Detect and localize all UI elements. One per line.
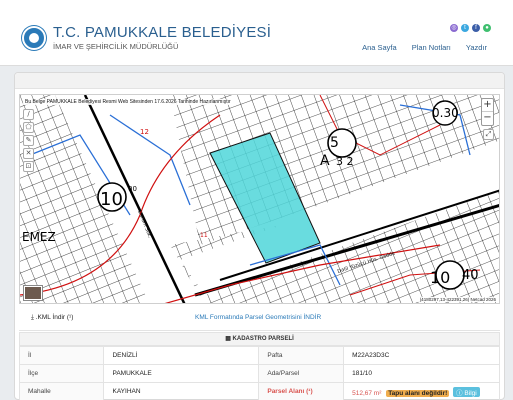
map-label-emez: EMEZ [22,230,56,244]
label-parsel-alani: Parsel Alanı (¹) [258,382,345,400]
value-il: DENİZLİ [103,346,260,365]
table-row: İlçe PAMUKKALE Ada/Parsel 181/10 [18,364,500,383]
download-tabs: ⤓ .KML İndir (¹) KML Formatında Parsel G… [19,309,500,331]
municipality-logo[interactable] [22,26,46,50]
kml-download-tab[interactable]: ⤓ .KML İndir (¹) [31,314,73,322]
nav-plan-notes[interactable]: Plan Notları [412,43,451,52]
twitter-icon[interactable]: t [461,24,469,32]
kml-download-label: .KML İndir (¹) [35,314,74,321]
map-disclaimer: Bu Belge PAMUKKALE Belediyesi Resmi Web … [23,99,233,105]
delete-icon[interactable]: ✕ [23,148,34,159]
label-il: İl [18,346,105,365]
value-parsel-alani: 512,67 m² [352,389,382,397]
value-pafta: M22A23D3C [343,346,500,365]
map-label-a: A [320,153,330,169]
kadastro-table: İl DENİZLİ Pafta M22A23D3C İlçe PAMUKKAL… [18,346,500,400]
value-mahalle: KAYIHAN [103,382,260,400]
map-label-block-10-sup: 00 [128,185,137,193]
fullscreen-icon[interactable]: ⤢ [483,129,494,140]
label-ada-parsel: Ada/Parsel [258,364,345,383]
map-label-030: 0.30 [432,106,459,120]
area-warning-badge: Tapu alanı değildir! [386,389,450,397]
value-ilce: PAMUKKALE [103,364,260,383]
zoom-control: + − [481,98,494,126]
kadastro-title: ▦ KADASTRO PARSELİ [19,332,500,346]
draw-polygon-icon[interactable]: ⬠ [23,122,34,133]
label-mahalle: Mahalle [18,382,105,400]
site-subtitle: İMAR VE ŞEHİRCİLİK MÜDÜRLÜĞÜ [53,42,179,51]
map-label-11: 11 [200,232,208,239]
user-icon[interactable]: ● [483,24,491,32]
kadastro-title-text: KADASTRO PARSELİ [232,336,294,342]
parcel-card: 12 11 10 00 5 A 3 2 0.30 10 40 EMEZ Dali… [14,72,505,400]
grid-icon: ▦ [225,336,233,342]
social-links: ◎ t f ● [450,24,491,32]
table-row: İl DENİZLİ Pafta M22A23D3C [18,346,500,365]
value-ada-parsel: 181/10 [343,364,500,383]
map-attribution: (4180297,13-422391,26) Netcad 2026 [417,297,498,302]
map-label-40: 40 [462,268,479,283]
nav-print[interactable]: Yazdır [466,43,487,52]
map-label-block-10b: 10 [430,268,450,287]
basemap-switcher[interactable] [24,286,42,300]
measure-icon[interactable]: ⊡ [23,161,34,172]
value-parsel-alani-cell: 512,67 m² Tapu alanı değildir! ⓘ Bilgi [343,382,500,400]
card-header [15,73,504,89]
map-label-5: 5 [330,135,339,151]
nav-home[interactable]: Ana Sayfa [362,43,397,52]
info-button-label: Bilgi [464,389,477,397]
table-row: Mahalle KAYIHAN Parsel Alanı (¹) 512,67 … [18,382,500,400]
facebook-icon[interactable]: f [472,24,480,32]
site-title[interactable]: T.C. PAMUKKALE BELEDİYESİ [53,24,271,41]
map-label-block-10: 10 [100,189,123,210]
parcel-map[interactable]: 12 11 10 00 5 A 3 2 0.30 10 40 EMEZ Dali… [19,94,500,304]
top-bar: T.C. PAMUKKALE BELEDİYESİ İMAR VE ŞEHİRC… [0,0,513,66]
instagram-icon[interactable]: ◎ [450,24,458,32]
label-pafta: Pafta [258,346,345,365]
info-button[interactable]: ⓘ Bilgi [453,386,480,397]
edit-icon[interactable]: ✎ [23,135,34,146]
draw-line-icon[interactable]: ∕ [23,109,34,120]
zoom-in-button[interactable]: + [482,99,493,112]
zoom-out-button[interactable]: − [482,112,493,125]
map-canvas: 12 11 10 00 5 A 3 2 0.30 10 40 EMEZ Dali… [20,95,499,303]
label-ilce: İlçe [18,364,105,383]
map-label-12: 12 [140,128,149,136]
main-nav: Ana Sayfa Plan Notları Yazdır [362,43,487,52]
map-label-32: 3 2 [336,155,354,168]
kml-format-link[interactable]: KML Formatında Parsel Geometrisini İNDİR [195,314,321,321]
